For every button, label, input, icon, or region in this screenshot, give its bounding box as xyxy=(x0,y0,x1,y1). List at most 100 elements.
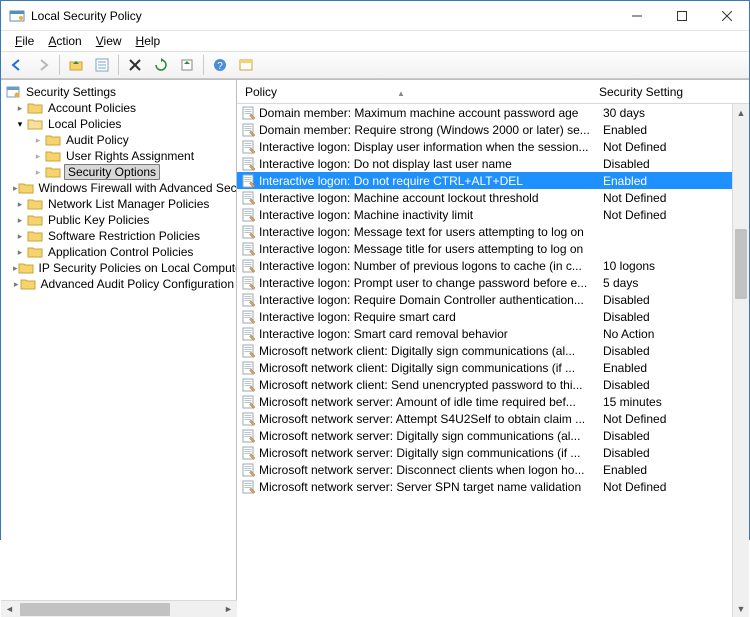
policy-row[interactable]: Microsoft network server: Digitally sign… xyxy=(237,444,749,461)
policy-row[interactable]: Microsoft network server: Disconnect cli… xyxy=(237,461,749,478)
policy-name: Microsoft network server: Digitally sign… xyxy=(259,429,599,443)
policy-icon xyxy=(241,479,257,495)
policy-row[interactable]: Interactive logon: Message title for use… xyxy=(237,240,749,257)
policy-name: Microsoft network server: Amount of idle… xyxy=(259,395,599,409)
policy-icon xyxy=(241,258,257,274)
tree-item[interactable]: ▸IP Security Policies on Local Compute xyxy=(1,260,236,276)
policy-row[interactable]: Interactive logon: Display user informat… xyxy=(237,138,749,155)
folder-up-icon[interactable] xyxy=(64,53,88,77)
folder-icon xyxy=(27,244,43,260)
column-header-setting[interactable]: Security Setting xyxy=(595,85,749,99)
policy-row[interactable]: Interactive logon: Number of previous lo… xyxy=(237,257,749,274)
expand-caret-icon[interactable]: ▸ xyxy=(13,215,27,226)
list-pane[interactable]: Policy▲ Security Setting Domain member: … xyxy=(237,80,749,617)
expand-caret-icon[interactable]: ▾ xyxy=(13,119,27,130)
policy-row[interactable]: Interactive logon: Prompt user to change… xyxy=(237,274,749,291)
back-button[interactable] xyxy=(5,53,29,77)
vertical-scrollbar[interactable]: ▲ ▼ xyxy=(732,104,749,617)
policy-row[interactable]: Microsoft network server: Digitally sign… xyxy=(237,427,749,444)
policy-row[interactable]: Microsoft network client: Send unencrypt… xyxy=(237,376,749,393)
list-header[interactable]: Policy▲ Security Setting xyxy=(237,80,749,104)
scroll-right-arrow-icon[interactable]: ► xyxy=(220,604,237,614)
menu-action[interactable]: Action xyxy=(42,33,87,49)
policy-row[interactable]: Microsoft network server: Attempt S4U2Se… xyxy=(237,410,749,427)
tree-root[interactable]: Security Settings xyxy=(1,84,236,100)
policy-name: Interactive logon: Number of previous lo… xyxy=(259,259,599,273)
close-button[interactable] xyxy=(704,1,749,30)
export-icon[interactable] xyxy=(175,53,199,77)
tree-item[interactable]: ▸Security Options xyxy=(1,164,236,180)
tree-item[interactable]: ▸User Rights Assignment xyxy=(1,148,236,164)
policy-name: Interactive logon: Message title for use… xyxy=(259,242,599,256)
policy-row[interactable]: Microsoft network server: Amount of idle… xyxy=(237,393,749,410)
folder-icon xyxy=(27,228,43,244)
policy-setting: Disabled xyxy=(599,344,749,358)
maximize-button[interactable] xyxy=(659,1,704,30)
scroll-up-arrow-icon[interactable]: ▲ xyxy=(733,104,749,121)
refresh-icon[interactable] xyxy=(149,53,173,77)
expand-caret-icon[interactable]: ▸ xyxy=(31,167,45,178)
tree-item[interactable]: ▸Public Key Policies xyxy=(1,212,236,228)
settings-icon[interactable] xyxy=(234,53,258,77)
scrollbar-thumb[interactable] xyxy=(735,229,747,299)
window-controls xyxy=(614,1,749,30)
policy-setting: Enabled xyxy=(599,361,749,375)
policy-row[interactable]: Interactive logon: Message text for user… xyxy=(237,223,749,240)
policy-name: Interactive logon: Machine account locko… xyxy=(259,191,599,205)
tree-item[interactable]: ▸Windows Firewall with Advanced Secu xyxy=(1,180,236,196)
expand-caret-icon[interactable]: ▸ xyxy=(13,231,27,242)
tree-item[interactable]: ▸Application Control Policies xyxy=(1,244,236,260)
policy-setting: No Action xyxy=(599,327,749,341)
policy-row[interactable]: Interactive logon: Smart card removal be… xyxy=(237,325,749,342)
policy-row[interactable]: Microsoft network server: Server SPN tar… xyxy=(237,478,749,495)
policy-icon xyxy=(241,224,257,240)
policy-row[interactable]: Interactive logon: Require Domain Contro… xyxy=(237,291,749,308)
tree-label: Advanced Audit Policy Configuration xyxy=(39,277,236,291)
menu-file[interactable]: File xyxy=(9,33,40,49)
tree-item[interactable]: ▾Local Policies xyxy=(1,116,236,132)
expand-caret-icon[interactable]: ▸ xyxy=(13,199,27,210)
tree-item[interactable]: ▸Advanced Audit Policy Configuration xyxy=(1,276,236,292)
minimize-button[interactable] xyxy=(614,1,659,30)
policy-row[interactable]: Microsoft network client: Digitally sign… xyxy=(237,359,749,376)
scrollbar-thumb[interactable] xyxy=(20,603,170,616)
policy-row[interactable]: Interactive logon: Do not require CTRL+A… xyxy=(237,172,749,189)
help-icon[interactable]: ? xyxy=(208,53,232,77)
policy-name: Interactive logon: Prompt user to change… xyxy=(259,276,599,290)
delete-icon[interactable] xyxy=(123,53,147,77)
policy-row[interactable]: Interactive logon: Machine inactivity li… xyxy=(237,206,749,223)
policy-row[interactable]: Microsoft network client: Digitally sign… xyxy=(237,342,749,359)
policy-setting: 15 minutes xyxy=(599,395,749,409)
expand-caret-icon[interactable]: ▸ xyxy=(13,103,27,114)
policy-setting: 30 days xyxy=(599,106,749,120)
tree-item[interactable]: ▸Network List Manager Policies xyxy=(1,196,236,212)
policy-row[interactable]: Domain member: Maximum machine account p… xyxy=(237,104,749,121)
list-body[interactable]: Domain member: Maximum machine account p… xyxy=(237,104,749,495)
tree-horizontal-scrollbar[interactable]: ◄ ► xyxy=(1,600,237,617)
properties-icon[interactable] xyxy=(90,53,114,77)
tree-item[interactable]: ▸Software Restriction Policies xyxy=(1,228,236,244)
menu-help[interactable]: Help xyxy=(130,33,167,49)
tree-item[interactable]: ▸Audit Policy xyxy=(1,132,236,148)
forward-button[interactable] xyxy=(31,53,55,77)
menu-view[interactable]: View xyxy=(90,33,128,49)
tree-pane[interactable]: Security Settings▸Account Policies▾Local… xyxy=(1,80,237,617)
scroll-down-arrow-icon[interactable]: ▼ xyxy=(733,600,749,617)
policy-name: Interactive logon: Do not display last u… xyxy=(259,157,599,171)
policy-setting: Not Defined xyxy=(599,191,749,205)
policy-row[interactable]: Interactive logon: Machine account locko… xyxy=(237,189,749,206)
tree-item[interactable]: ▸Account Policies xyxy=(1,100,236,116)
policy-name: Microsoft network server: Digitally sign… xyxy=(259,446,599,460)
folder-icon xyxy=(27,196,43,212)
tree-label: Security Settings xyxy=(24,85,118,99)
policy-name: Microsoft network server: Server SPN tar… xyxy=(259,480,599,494)
policy-row[interactable]: Domain member: Require strong (Windows 2… xyxy=(237,121,749,138)
expand-caret-icon[interactable]: ▸ xyxy=(31,135,45,146)
policy-row[interactable]: Interactive logon: Require smart cardDis… xyxy=(237,308,749,325)
column-header-policy[interactable]: Policy▲ xyxy=(241,85,595,99)
scroll-left-arrow-icon[interactable]: ◄ xyxy=(1,604,18,614)
expand-caret-icon[interactable]: ▸ xyxy=(31,151,45,162)
policy-row[interactable]: Interactive logon: Do not display last u… xyxy=(237,155,749,172)
window-title: Local Security Policy xyxy=(31,9,614,23)
expand-caret-icon[interactable]: ▸ xyxy=(13,247,27,258)
